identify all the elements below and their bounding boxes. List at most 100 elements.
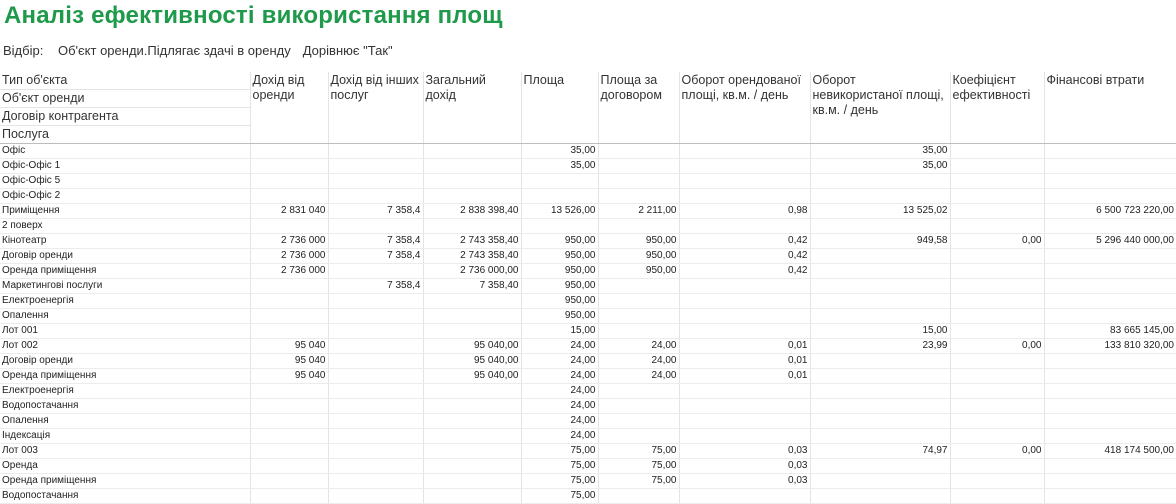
table-row[interactable]: Опалення 24,00	[0, 413, 1176, 429]
cell-value	[678, 143, 810, 159]
cell-value	[949, 383, 1044, 399]
cell-value	[678, 428, 810, 444]
row-label[interactable]: Офіс-Офіс 5	[0, 173, 250, 189]
cell-value	[809, 458, 950, 474]
table-row[interactable]: Лот 003 75,00 75,00 0,03 74,97 0,00 418 174 50…	[0, 443, 1176, 459]
cell-value	[809, 383, 950, 399]
cell-value	[422, 143, 521, 159]
cell-value	[1043, 173, 1176, 189]
report-table: Тип об'єкта Об'єкт оренди Договір контра…	[0, 72, 1176, 504]
row-label[interactable]: Водопостачання	[0, 488, 250, 504]
cell-value: 75,00	[520, 488, 598, 504]
cell-value	[597, 413, 679, 429]
cell-value: 7 358,4	[327, 278, 423, 294]
cell-value	[597, 398, 679, 414]
row-label[interactable]: Договір оренди	[0, 353, 250, 369]
cell-value	[809, 218, 950, 234]
cell-value	[249, 458, 328, 474]
table-row[interactable]: Офіс-Офіс 2	[0, 188, 1176, 204]
cell-value: 949,58	[809, 233, 950, 249]
row-label[interactable]: Оренда приміщення	[0, 368, 250, 384]
cell-value	[520, 173, 598, 189]
cell-value	[809, 278, 950, 294]
cell-value	[678, 188, 810, 204]
row-label[interactable]: Електроенергія	[0, 383, 250, 399]
table-row[interactable]: Індексація 24,00	[0, 428, 1176, 444]
cell-value: 0,00	[949, 443, 1044, 459]
cell-value	[249, 158, 328, 174]
cell-value: 0,00	[949, 338, 1044, 354]
cell-value	[422, 218, 521, 234]
cell-value	[327, 488, 423, 504]
row-label[interactable]: Договір оренди	[0, 248, 250, 264]
row-label[interactable]: Електроенергія	[0, 293, 250, 309]
cell-value	[327, 413, 423, 429]
row-label[interactable]: Оренда	[0, 458, 250, 474]
table-row[interactable]: 2 поверх	[0, 218, 1176, 234]
group-header: Тип об'єкта	[0, 72, 250, 90]
row-label[interactable]: Приміщення	[0, 203, 250, 219]
cell-value: 35,00	[809, 158, 950, 174]
cell-value	[1043, 158, 1176, 174]
cell-value	[809, 488, 950, 504]
cell-value	[809, 473, 950, 489]
row-label[interactable]: Оренда приміщення	[0, 263, 250, 279]
cell-value	[327, 383, 423, 399]
table-row[interactable]: Лот 001 15,00 15,00 83 665 145,00	[0, 323, 1176, 339]
cell-value	[249, 473, 328, 489]
row-label[interactable]: Офіс-Офіс 1	[0, 158, 250, 174]
cell-value: 2 736 000	[249, 248, 328, 264]
table-row[interactable]: Водопостачання 24,00	[0, 398, 1176, 414]
table-row[interactable]: Договір оренди 95 040 95 040,00 24,00 24,00 0…	[0, 353, 1176, 369]
row-label[interactable]: 2 поверх	[0, 218, 250, 234]
cell-value: 24,00	[520, 398, 598, 414]
row-label[interactable]: Індексація	[0, 428, 250, 444]
row-label[interactable]: Опалення	[0, 413, 250, 429]
table-row[interactable]: Офіс-Офіс 1 35,00 35,00	[0, 158, 1176, 174]
table-row[interactable]: Договір оренди 2 736 000 7 358,4 2 743 358,…	[0, 248, 1176, 264]
cell-value: 35,00	[520, 143, 598, 159]
cell-value	[327, 308, 423, 324]
table-row[interactable]: Оренда приміщення 95 040 95 040,00 24,00 24,…	[0, 368, 1176, 384]
cell-value: 950,00	[597, 263, 679, 279]
table-row[interactable]: Маркетингові послуги 7 358,4 7 358,40 950,0…	[0, 278, 1176, 294]
table-row[interactable]: Водопостачання 75,00	[0, 488, 1176, 504]
row-label[interactable]: Лот 002	[0, 338, 250, 354]
row-label[interactable]: Лот 001	[0, 323, 250, 339]
cell-value: 0,01	[678, 368, 810, 384]
table-row[interactable]: Офіс 35,00 35,00	[0, 143, 1176, 159]
row-label[interactable]: Водопостачання	[0, 398, 250, 414]
row-label[interactable]: Оренда приміщення	[0, 473, 250, 489]
table-row[interactable]: Електроенергія 24,00	[0, 383, 1176, 399]
cell-value: 2 831 040	[249, 203, 328, 219]
filter-bar: Відбір: Об'єкт оренди.Підлягає здачі в ор…	[3, 43, 393, 58]
cell-value: 24,00	[520, 368, 598, 384]
table-row[interactable]: Оренда приміщення 2 736 000 2 736 000,00 95…	[0, 263, 1176, 279]
cell-value: 35,00	[809, 143, 950, 159]
cell-value	[520, 188, 598, 204]
table-row[interactable]: Офіс-Офіс 5	[0, 173, 1176, 189]
row-label[interactable]: Офіс	[0, 143, 250, 159]
cell-value	[809, 398, 950, 414]
row-label[interactable]: Кінотеатр	[0, 233, 250, 249]
group-header: Об'єкт оренди	[0, 90, 250, 108]
table-row[interactable]: Опалення 950,00	[0, 308, 1176, 324]
table-row[interactable]: Оренда приміщення 75,00 75,00 0,03	[0, 473, 1176, 489]
cell-value	[1043, 368, 1176, 384]
column-header: Дохід від інших послуг	[327, 72, 423, 144]
table-row[interactable]: Кінотеатр 2 736 000 7 358,4 2 743 358,40 950…	[0, 233, 1176, 249]
row-label[interactable]: Опалення	[0, 308, 250, 324]
cell-value	[1043, 218, 1176, 234]
table-row[interactable]: Лот 002 95 040 95 040,00 24,00 24,00 0,01 23,9…	[0, 338, 1176, 354]
table-row[interactable]: Приміщення 2 831 040 7 358,4 2 838 398,40 13…	[0, 203, 1176, 219]
row-label[interactable]: Маркетингові послуги	[0, 278, 250, 294]
cell-value	[597, 173, 679, 189]
table-row[interactable]: Оренда 75,00 75,00 0,03	[0, 458, 1176, 474]
cell-value	[809, 188, 950, 204]
cell-value	[327, 143, 423, 159]
cell-value: 75,00	[520, 443, 598, 459]
row-label[interactable]: Лот 003	[0, 443, 250, 459]
cell-value: 5 296 440 000,00	[1043, 233, 1176, 249]
table-row[interactable]: Електроенергія 950,00	[0, 293, 1176, 309]
row-label[interactable]: Офіс-Офіс 2	[0, 188, 250, 204]
